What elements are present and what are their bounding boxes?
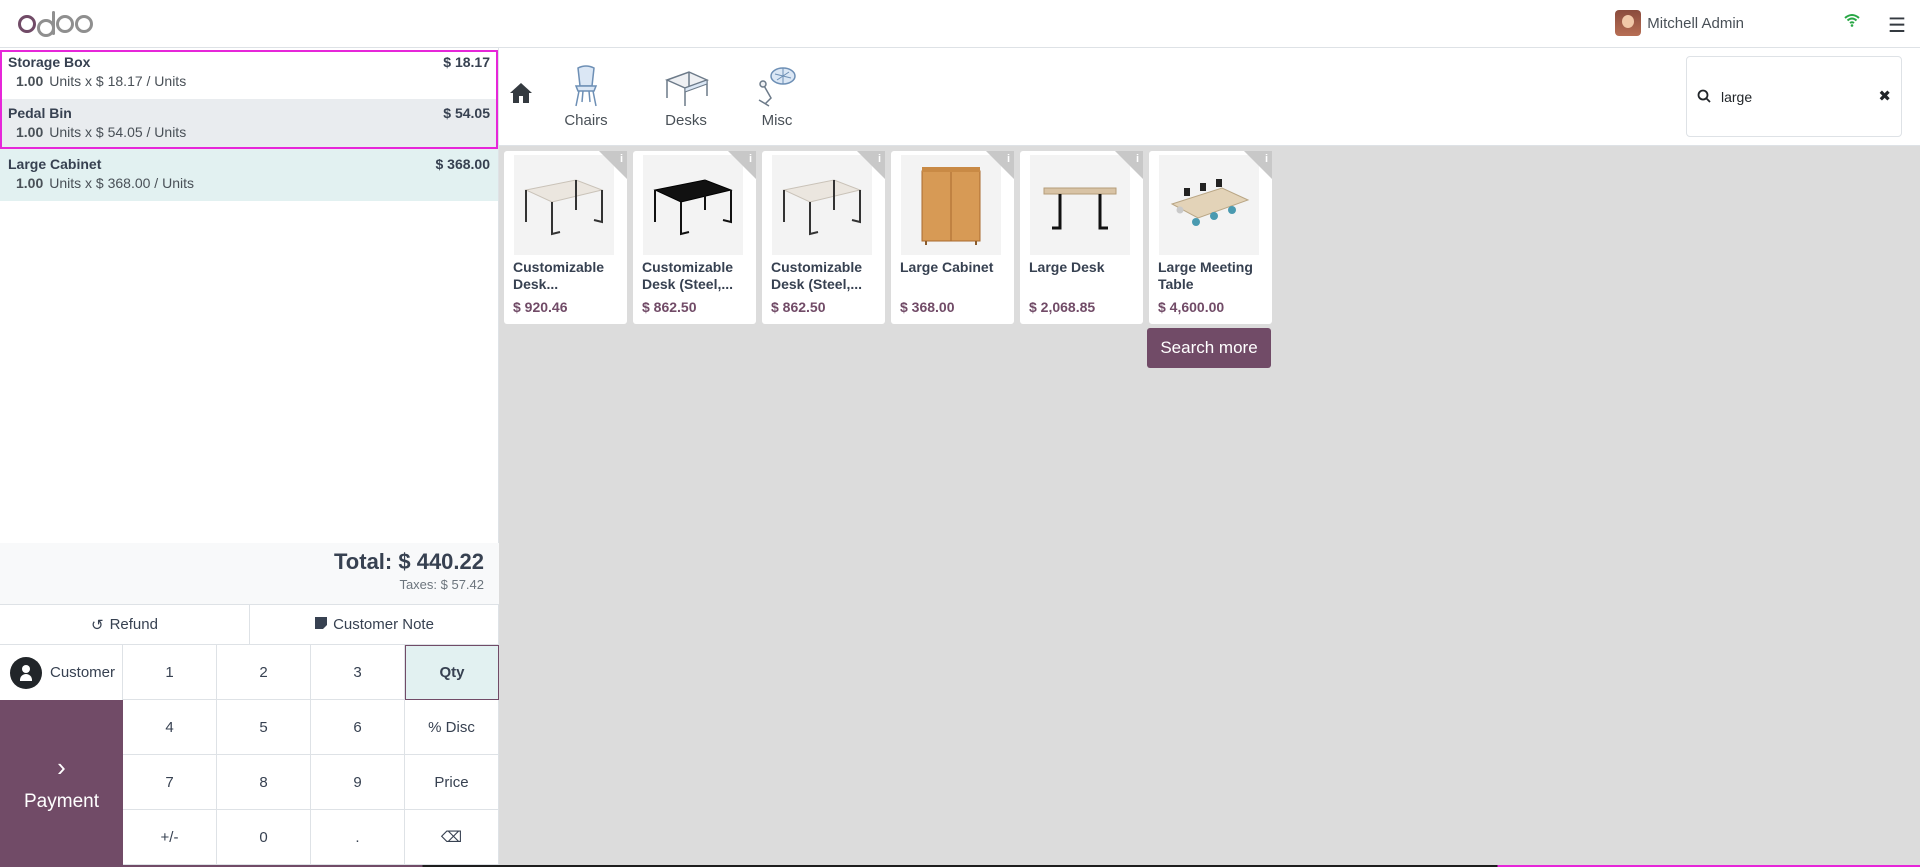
product-price: $ 368.00 [900, 299, 955, 315]
numpad-key-0[interactable]: 0 [217, 810, 311, 865]
numpad-mode-qty[interactable]: Qty [405, 645, 499, 700]
order-line-qty: 1.00 [16, 175, 44, 191]
numpad-key-1[interactable]: 1 [123, 645, 217, 700]
control-buttons: ↺ Refund Customer Note [0, 604, 499, 645]
misc-icon [758, 67, 796, 107]
order-line-detail: Units x $ 368.00 / Units [49, 175, 194, 191]
hamburger-menu-icon[interactable]: ☰ [1888, 13, 1906, 38]
order-line-name: Large Cabinet [8, 156, 102, 172]
product-price: $ 4,600.00 [1158, 299, 1225, 315]
product-name: Customizable Desk (Steel,... [771, 259, 863, 292]
product-card[interactable]: i Customizable Desk... $ 920.46 [504, 151, 627, 324]
product-name: Customizable Desk (Steel,... [642, 259, 734, 292]
numpad-key-backspace[interactable]: ⌫ [405, 810, 499, 865]
refund-label: Refund [109, 616, 158, 633]
order-line-name: Storage Box [8, 54, 91, 70]
order-totals: Total: $ 440.22 Taxes: $ 57.42 [0, 543, 499, 604]
user-avatar [1615, 10, 1642, 36]
numpad-key-2[interactable]: 2 [217, 645, 311, 700]
product-name: Large Cabinet [900, 259, 994, 275]
order-line-price: $ 18.17 [443, 54, 490, 70]
product-price: $ 2,068.85 [1029, 299, 1096, 315]
numpad-key-6[interactable]: 6 [311, 700, 405, 755]
numpad-key-3[interactable]: 3 [311, 645, 405, 700]
category-chairs[interactable]: Chairs [551, 64, 621, 129]
search-input[interactable]: large [1721, 89, 1752, 105]
product-card[interactable]: i Large Meeting Table $ 4,600.00 [1149, 151, 1272, 324]
chevron-right-icon: › [57, 752, 66, 782]
numpad-mode-discount[interactable]: % Disc [405, 700, 499, 755]
numpad-key-8[interactable]: 8 [217, 755, 311, 810]
product-search-box[interactable]: large ✖ [1686, 56, 1902, 137]
order-line-price: $ 54.05 [443, 105, 490, 121]
clear-search-icon[interactable]: ✖ [1878, 87, 1891, 105]
info-icon[interactable]: i [1265, 153, 1268, 165]
top-bar: Mitchell Admin ☰ [0, 0, 1920, 48]
category-label: Desks [665, 112, 707, 129]
order-line-qty: 1.00 [16, 73, 44, 89]
refund-button[interactable]: ↺ Refund [0, 605, 249, 644]
numpad-key-decimal[interactable]: . [311, 810, 405, 865]
numpad-key-4[interactable]: 4 [123, 700, 217, 755]
order-total: Total: $ 440.22 [334, 549, 484, 574]
user-menu[interactable]: Mitchell Admin [1615, 10, 1744, 36]
order-line-price: $ 368.00 [435, 156, 491, 172]
product-card[interactable]: i Large Cabinet $ 368.00 [891, 151, 1014, 324]
category-misc[interactable]: Misc [742, 64, 812, 129]
odoo-logo[interactable] [18, 10, 94, 38]
numpad-key-7[interactable]: 7 [123, 755, 217, 810]
order-line-detail: Units x $ 18.17 / Units [49, 73, 187, 89]
product-name: Large Meeting Table [1158, 259, 1253, 292]
payment-label: Payment [24, 791, 99, 812]
product-grid: i Customizable Desk... $ 920.46 i Custom… [499, 146, 1920, 867]
order-line[interactable]: Storage Box $ 18.17 1.00 Units x $ 18.17 … [0, 48, 498, 99]
customer-label: Customer [50, 664, 116, 681]
numpad-key-5[interactable]: 5 [217, 700, 311, 755]
product-card[interactable]: i Customizable Desk (Steel,... $ 862.50 [633, 151, 756, 324]
desk-icon [664, 71, 709, 106]
info-icon[interactable]: i [1007, 153, 1010, 165]
home-icon[interactable] [509, 82, 533, 109]
payment-button[interactable]: › Payment [0, 700, 123, 867]
product-price: $ 920.46 [513, 299, 568, 315]
undo-icon: ↺ [91, 616, 104, 634]
user-name: Mitchell Admin [1647, 14, 1744, 32]
numpad-key-9[interactable]: 9 [311, 755, 405, 810]
category-bar: Chairs Desks Misc large ✖ [499, 48, 1920, 146]
order-line-selected[interactable]: Large Cabinet $ 368.00 1.00 Units x $ 368… [0, 150, 498, 201]
order-taxes: Taxes: $ 57.42 [399, 577, 484, 592]
info-icon[interactable]: i [749, 153, 752, 165]
product-card[interactable]: i Customizable Desk (Steel,... $ 862.50 [762, 151, 885, 324]
order-line-info: 1.00 Units x $ 54.05 / Units [16, 124, 490, 140]
category-label: Chairs [564, 112, 608, 129]
numpad-mode-price[interactable]: Price [405, 755, 499, 810]
info-icon[interactable]: i [620, 153, 623, 165]
numpad-key-sign[interactable]: +/- [123, 810, 217, 865]
order-line-info: 1.00 Units x $ 368.00 / Units [16, 175, 490, 191]
chair-icon [574, 65, 598, 107]
customer-note-label: Customer Note [333, 616, 434, 633]
info-icon[interactable]: i [878, 153, 881, 165]
product-price: $ 862.50 [771, 299, 826, 315]
product-name: Large Desk [1029, 259, 1105, 275]
info-icon[interactable]: i [1136, 153, 1139, 165]
product-price: $ 862.50 [642, 299, 697, 315]
order-line-detail: Units x $ 54.05 / Units [49, 124, 187, 140]
product-card[interactable]: i Large Desk $ 2,068.85 [1020, 151, 1143, 324]
category-label: Misc [761, 112, 793, 129]
search-more-button[interactable]: Search more [1147, 328, 1271, 368]
customer-note-button[interactable]: Customer Note [249, 605, 499, 644]
search-icon [1697, 89, 1711, 108]
note-icon [315, 616, 328, 633]
order-line-qty: 1.00 [16, 124, 44, 140]
numpad: 1 2 3 Qty 4 5 6 % Disc 7 8 9 Price +/- 0… [123, 645, 499, 865]
product-name: Customizable Desk... [513, 259, 605, 292]
order-line-info: 1.00 Units x $ 18.17 / Units [16, 73, 490, 89]
order-line-name: Pedal Bin [8, 105, 72, 121]
wifi-icon[interactable] [1844, 13, 1860, 32]
user-icon [10, 656, 42, 689]
customer-button[interactable]: Customer [0, 645, 123, 700]
category-desks[interactable]: Desks [651, 64, 721, 129]
order-line[interactable]: Pedal Bin $ 54.05 1.00 Units x $ 54.05 / … [0, 99, 498, 150]
